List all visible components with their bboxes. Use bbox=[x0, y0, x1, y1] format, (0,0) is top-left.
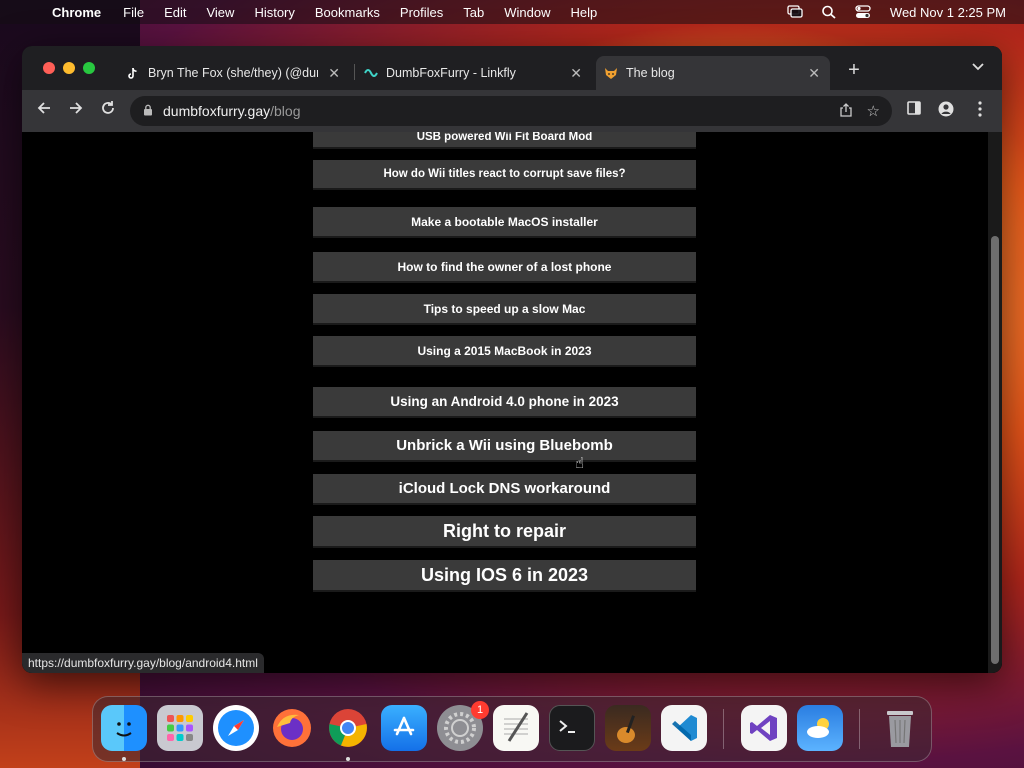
blog-post-link[interactable]: Unbrick a Wii using Bluebomb bbox=[313, 431, 696, 462]
app-store-icon[interactable] bbox=[381, 705, 427, 751]
dock-separator bbox=[723, 709, 724, 749]
trash-icon[interactable] bbox=[877, 705, 923, 751]
firefox-icon[interactable] bbox=[269, 705, 315, 751]
system-settings-icon[interactable]: 1 bbox=[437, 701, 489, 751]
share-icon[interactable] bbox=[840, 102, 852, 120]
hand-cursor-icon: ☝ bbox=[575, 455, 585, 472]
tab-tiktok[interactable]: Bryn The Fox (she/they) (@dumbfoxfurry) … bbox=[118, 56, 350, 90]
fox-icon bbox=[604, 66, 618, 80]
dock-separator bbox=[859, 709, 860, 749]
blog-post-link[interactable]: How to find the owner of a lost phone bbox=[313, 252, 696, 283]
menu-view[interactable]: View bbox=[196, 5, 244, 20]
close-window-button[interactable] bbox=[43, 62, 55, 74]
lock-icon[interactable] bbox=[143, 104, 153, 119]
linkfly-icon bbox=[364, 66, 378, 80]
menubar-clock[interactable]: Wed Nov 1 2:25 PM bbox=[890, 5, 1006, 20]
menu-edit[interactable]: Edit bbox=[154, 5, 196, 20]
browser-window: Bryn The Fox (she/they) (@dumbfoxfurry) … bbox=[22, 46, 1002, 673]
page-viewport: USB powered Wii Fit Board Mod How do Wii… bbox=[22, 132, 1002, 673]
chevron-down-icon[interactable] bbox=[972, 60, 984, 74]
tab-the-blog[interactable]: The blog ✕ bbox=[596, 56, 830, 90]
tab-divider bbox=[354, 64, 355, 80]
textedit-icon[interactable] bbox=[493, 705, 539, 751]
spotlight-search-icon[interactable] bbox=[821, 5, 837, 19]
blog-post-link[interactable]: Right to repair bbox=[313, 516, 696, 548]
blog-post-link[interactable]: How do Wii titles react to corrupt save … bbox=[313, 160, 696, 190]
link-status-bubble: https://dumbfoxfurry.gay/blog/android4.h… bbox=[22, 653, 264, 673]
blog-post-link[interactable]: Make a bootable MacOS installer bbox=[313, 207, 696, 238]
menu-profiles[interactable]: Profiles bbox=[390, 5, 453, 20]
screen-mirroring-icon[interactable] bbox=[787, 5, 803, 19]
launchpad-icon[interactable] bbox=[157, 705, 203, 751]
blog-post-link[interactable]: iCloud Lock DNS workaround bbox=[313, 474, 696, 505]
close-tab-icon[interactable]: ✕ bbox=[570, 65, 582, 82]
more-menu-icon[interactable] bbox=[970, 101, 990, 121]
menu-help[interactable]: Help bbox=[561, 5, 608, 20]
blog-post-link[interactable]: Using a 2015 MacBook in 2023 bbox=[313, 336, 696, 367]
tab-title: DumbFoxFurry - Linkfly bbox=[386, 66, 516, 80]
menu-bookmarks[interactable]: Bookmarks bbox=[305, 5, 390, 20]
tiktok-icon bbox=[126, 66, 140, 80]
blog-post-link[interactable]: Tips to speed up a slow Mac bbox=[313, 294, 696, 325]
tab-title: Bryn The Fox (she/they) (@dumbfoxfurry) bbox=[148, 66, 318, 80]
menu-tab[interactable]: Tab bbox=[453, 5, 494, 20]
safari-icon[interactable] bbox=[213, 705, 259, 751]
new-tab-icon[interactable]: + bbox=[844, 59, 864, 82]
scrollbar[interactable] bbox=[988, 132, 1002, 673]
url-host: dumbfoxfurry.gay bbox=[163, 103, 271, 119]
visual-studio-icon[interactable] bbox=[741, 705, 787, 751]
terminal-icon[interactable] bbox=[549, 705, 595, 751]
vscode-icon[interactable] bbox=[661, 705, 707, 751]
tab-strip: Bryn The Fox (she/they) (@dumbfoxfurry) … bbox=[22, 46, 1002, 90]
address-bar[interactable]: dumbfoxfurry.gay/blog ☆ bbox=[130, 96, 892, 126]
menu-bar: Chrome File Edit View History Bookmarks … bbox=[0, 0, 1024, 24]
notification-badge: 1 bbox=[471, 701, 489, 719]
profile-avatar-icon[interactable] bbox=[936, 101, 956, 121]
bookmark-star-icon[interactable]: ☆ bbox=[867, 102, 880, 120]
url-path: /blog bbox=[270, 103, 301, 119]
fullscreen-window-button[interactable] bbox=[83, 62, 95, 74]
running-indicator bbox=[122, 757, 126, 761]
menu-history[interactable]: History bbox=[244, 5, 304, 20]
app-menu[interactable]: Chrome bbox=[36, 5, 113, 20]
reload-icon[interactable] bbox=[97, 100, 119, 122]
chrome-icon[interactable] bbox=[325, 705, 371, 751]
scrollbar-thumb[interactable] bbox=[991, 236, 999, 664]
minimize-window-button[interactable] bbox=[63, 62, 75, 74]
menu-window[interactable]: Window bbox=[494, 5, 560, 20]
garageband-icon[interactable] bbox=[605, 705, 651, 751]
running-indicator bbox=[346, 757, 350, 761]
close-tab-icon[interactable]: ✕ bbox=[328, 65, 340, 82]
side-panel-icon[interactable] bbox=[904, 101, 924, 121]
back-arrow-icon[interactable] bbox=[33, 100, 55, 122]
dock: 1 bbox=[92, 696, 932, 762]
finder-icon[interactable] bbox=[101, 705, 147, 751]
blog-post-link[interactable]: Using IOS 6 in 2023 bbox=[313, 560, 696, 592]
weather-icon[interactable] bbox=[797, 705, 843, 751]
control-center-icon[interactable] bbox=[855, 5, 871, 19]
tab-linkfly[interactable]: DumbFoxFurry - Linkfly ✕ bbox=[356, 56, 592, 90]
forward-arrow-icon[interactable] bbox=[65, 100, 87, 122]
browser-toolbar: dumbfoxfurry.gay/blog ☆ bbox=[22, 90, 1002, 132]
blog-post-link[interactable]: Using an Android 4.0 phone in 2023 bbox=[313, 387, 696, 418]
close-tab-icon[interactable]: ✕ bbox=[808, 65, 820, 82]
menu-file[interactable]: File bbox=[113, 5, 154, 20]
blog-post-link[interactable]: USB powered Wii Fit Board Mod bbox=[313, 132, 696, 149]
tab-title: The blog bbox=[626, 66, 675, 80]
